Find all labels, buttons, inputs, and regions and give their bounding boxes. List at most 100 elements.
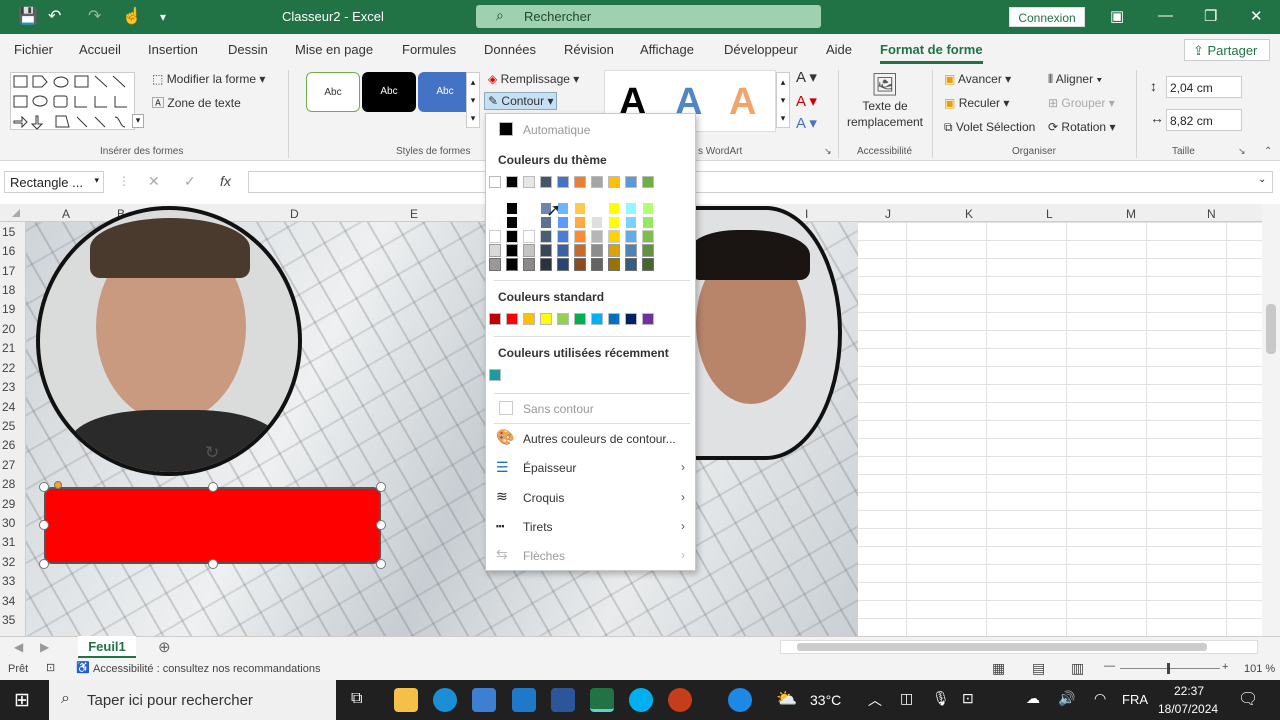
mic-icon[interactable]: 🎙 <box>932 690 950 707</box>
color-shade-swatch[interactable] <box>574 202 586 215</box>
expand-formula-icon[interactable]: ⌄ <box>1258 174 1266 185</box>
color-shade-swatch[interactable] <box>642 230 654 243</box>
wordart-scroll[interactable]: ▴ ▾ ▾ <box>776 72 790 128</box>
prev-sheet-icon[interactable]: ◀ <box>14 640 23 654</box>
color-shade-swatch[interactable] <box>489 202 501 215</box>
column-header[interactable]: N <box>1207 207 1216 221</box>
color-shade-swatch[interactable] <box>489 258 501 271</box>
color-shade-swatch[interactable] <box>625 216 637 229</box>
shape-style-3[interactable]: Abc <box>418 72 472 112</box>
color-swatch[interactable] <box>574 176 586 188</box>
color-shade-swatch[interactable] <box>608 244 620 257</box>
next-sheet-icon[interactable]: ▶ <box>40 640 49 654</box>
width-input[interactable]: 8,82 cm <box>1166 109 1242 131</box>
tab-fichier[interactable]: Fichier <box>14 42 53 57</box>
color-shade-swatch[interactable] <box>574 244 586 257</box>
red-rectangle-shape[interactable] <box>44 487 381 564</box>
tirets-item[interactable]: Tirets <box>523 520 553 534</box>
resize-handle[interactable] <box>376 559 386 569</box>
styles-scroll[interactable]: ▴ ▾ ▾ <box>466 72 480 128</box>
normal-view-icon[interactable]: ▦ <box>992 660 1005 677</box>
minimize-icon[interactable]: — <box>1158 7 1173 24</box>
row-header[interactable]: 22 <box>2 361 15 375</box>
color-swatch[interactable] <box>557 313 569 325</box>
adjust-handle[interactable] <box>54 481 62 489</box>
row-header[interactable]: 30 <box>2 516 15 530</box>
horizontal-scrollbar[interactable] <box>780 640 1258 654</box>
column-header[interactable]: A <box>62 207 70 221</box>
row-header[interactable]: 20 <box>2 322 15 336</box>
color-shade-swatch[interactable] <box>625 202 637 215</box>
color-shade-swatch[interactable] <box>523 258 535 271</box>
zoom-out-icon[interactable]: — <box>1104 660 1115 672</box>
color-swatch[interactable] <box>574 313 586 325</box>
notification-icon[interactable]: 🗨 <box>1238 689 1258 709</box>
column-header[interactable]: J <box>885 207 891 221</box>
h-scroll-thumb[interactable] <box>797 643 1207 651</box>
zoom-slider[interactable] <box>1120 668 1220 669</box>
scroll-thumb[interactable] <box>1266 304 1276 354</box>
color-shade-swatch[interactable] <box>642 216 654 229</box>
resize-handle[interactable] <box>39 559 49 569</box>
color-shade-swatch[interactable] <box>591 258 603 271</box>
column-header[interactable]: I <box>805 207 808 221</box>
add-sheet-icon[interactable]: ⊕ <box>158 638 171 656</box>
color-swatch[interactable] <box>625 176 637 188</box>
clock-date[interactable]: 18/07/2024 <box>1158 702 1218 716</box>
weather-icon[interactable]: ⛅ <box>776 689 797 709</box>
tab-dessin[interactable]: Dessin <box>228 42 268 57</box>
color-shade-swatch[interactable] <box>574 258 586 271</box>
color-swatch[interactable] <box>591 176 603 188</box>
edge-icon[interactable] <box>433 688 457 712</box>
row-header[interactable]: 17 <box>2 264 15 278</box>
connexion-button[interactable]: Connexion <box>1009 7 1085 27</box>
croquis-item[interactable]: Croquis <box>523 491 564 505</box>
accessibility-status[interactable]: Accessibilité : consultez nos recommanda… <box>93 663 320 675</box>
row-header[interactable]: 26 <box>2 438 15 452</box>
tab-donnees[interactable]: Données <box>484 42 536 57</box>
reculer-button[interactable]: ▣ Reculer ▾ <box>944 96 1009 110</box>
color-shade-swatch[interactable] <box>591 244 603 257</box>
file-explorer-icon[interactable] <box>394 688 418 712</box>
column-header[interactable]: K <box>965 207 973 221</box>
zoom-level[interactable]: 101 % <box>1244 663 1275 675</box>
color-shade-swatch[interactable] <box>608 230 620 243</box>
rotate-handle-icon[interactable]: ↻ <box>205 443 219 463</box>
text-effects-icon[interactable]: A ▾ <box>796 114 817 132</box>
color-shade-swatch[interactable] <box>540 258 552 271</box>
powerpoint-icon[interactable] <box>668 688 692 712</box>
shape-style-1[interactable]: Abc <box>306 72 360 112</box>
resize-handle[interactable] <box>376 520 386 530</box>
color-shade-swatch[interactable] <box>523 230 535 243</box>
row-header[interactable]: 25 <box>2 419 15 433</box>
volume-icon[interactable]: 🔊 <box>1058 690 1075 707</box>
size-dialog-launcher-icon[interactable]: ↘ <box>1238 146 1246 157</box>
color-shade-swatch[interactable] <box>557 258 569 271</box>
row-header[interactable]: 35 <box>2 613 15 627</box>
zoom-slider-thumb[interactable] <box>1167 663 1170 674</box>
tray-chevron-icon[interactable]: ︿ <box>868 690 882 710</box>
color-shade-swatch[interactable] <box>506 258 518 271</box>
epaisseur-item[interactable]: Épaisseur <box>523 461 576 475</box>
color-shade-swatch[interactable] <box>591 202 603 215</box>
color-shade-swatch[interactable] <box>540 244 552 257</box>
tab-developpeur[interactable]: Développeur <box>724 42 798 57</box>
customize-toolbar-icon[interactable]: ▾ <box>160 10 166 24</box>
clock-time[interactable]: 22:37 <box>1174 684 1204 698</box>
color-swatch[interactable] <box>506 176 518 188</box>
color-shade-swatch[interactable] <box>642 202 654 215</box>
color-shade-swatch[interactable] <box>608 258 620 271</box>
fleches-item[interactable]: Flèches <box>523 549 565 563</box>
restore-icon[interactable]: ❐ <box>1204 7 1217 25</box>
portrait-right-image[interactable] <box>690 206 842 460</box>
cloud-icon[interactable]: ☁ <box>1026 690 1040 707</box>
tab-mise-en-page[interactable]: Mise en page <box>295 42 373 57</box>
color-shade-swatch[interactable] <box>625 258 637 271</box>
share-button[interactable]: ⇪ Partager <box>1184 39 1270 61</box>
color-shade-swatch[interactable] <box>642 258 654 271</box>
row-header[interactable]: 15 <box>2 225 15 239</box>
accessibility-icon[interactable]: ♿ <box>76 661 90 674</box>
resize-handle[interactable] <box>208 482 218 492</box>
vertical-scrollbar[interactable] <box>1262 204 1280 636</box>
color-swatch[interactable] <box>523 176 535 188</box>
